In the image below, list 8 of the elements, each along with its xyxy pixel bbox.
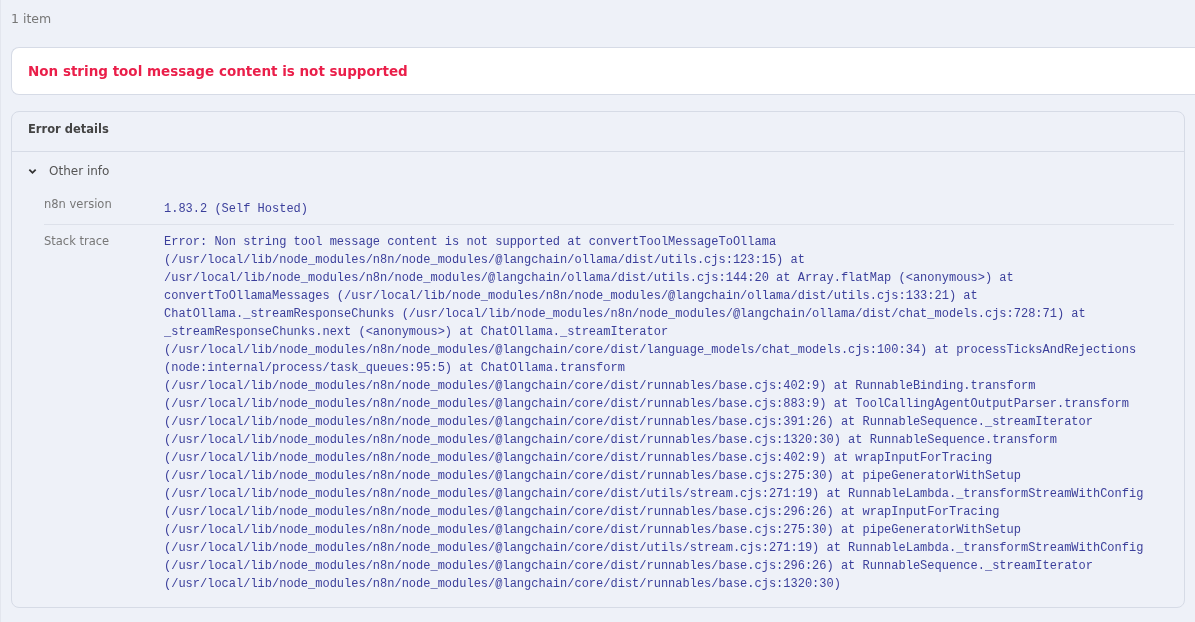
- section-toggle[interactable]: Other info: [12, 152, 126, 189]
- item-count: 1 item: [11, 10, 53, 28]
- version-value: 1.83.2 (Self Hosted): [164, 201, 310, 219]
- error-message: Non string tool message content is not supported: [11, 46, 1195, 95]
- stack-trace-text: Error: Non string tool message content is not supported at convertToolMessageToOllama (/usr/local/lib/node_modules/n8n/node_modules/@langchain/ollama/dist/utils.cjs:123:15) at /usr/local/lib/node_modules/n8n/node_modules/@langchain/ollama/dist/utils.cjs:144:20 at Array.flatMap (<anonymous>) at convertToOllamaMessages (/usr/local/lib/node_modules/n8n/node_modules/@langchain/ollama/dist/utils.cjs:133:21) at ChatOllama._streamResponseChunks (/usr/local/lib/node_modules/n8n/node_modules/@langchain/ollama/dist/chat_models.cjs:728:71) at _streamResponseChunks.next (<anonymous>) at ChatOllama._streamIterator (/usr/local/lib/node_modules/n8n/node_modules/@langchain/core/dist/language_models/chat_models.cjs:100:34) at processTicksAndRejections (node:internal/process/task_queues:95:5) at ChatOllama.transform (/usr/local/lib/node_modules/n8n/node_modules/@langchain/core/dist/runnables/base.cjs:402:9) at RunnableBinding.transform (/usr/local/lib/node_modules/n8n/node_modules/@langchain/core/dist/runnables/base.cjs:883:9) at ToolCallingAgentOutputParser.transform (/usr/local/lib/node_modules/n8n/node_modules/@langchain/core/dist/runnables/base.cjs:391:26) at RunnableSequence._streamIterator (/usr/local/lib/node_modules/n8n/node_modules/@langchain/core/dist/runnables/base.cjs:1320:30) at RunnableSequence.transform (/usr/local/lib/node_modules/n8n/node_modules/@langchain/core/dist/runnables/base.cjs:402:9) at wrapInputForTracing (/usr/local/lib/node_modules/n8n/node_modules/@langchain/core/dist/runnables/base.cjs:275:30) at pipeGeneratorWithSetup (/usr/local/lib/node_modules/n8n/node_modules/@langchain/core/dist/utils/stream.cjs:271:19) at RunnableLambda._transformStreamWithConfig (/usr/local/lib/node_modules/n8n/node_modules/@langchain/core/dist/runnables/base.cjs:296:26) at wrapInputForTracing (/usr/local/lib/node_modules/n8n/node_modules/@langchain/core/dist/runnables/base.cjs:275:30) at pipeGeneratorWithSetup (/usr/local/lib/node_modules/n8n/node_modules/@langchain/core/dist/utils/stream.cjs:271:19) at RunnableLambda._transformStreamWithConfig (/usr/local/lib/node_modules/n8n/node_modules/@langchain/core/dist/runnables/base.cjs:296:26) at RunnableSequence._streamIterator (/usr/local/lib/node_modules/n8n/node_modules/@langchain/core/dist/runnables/base.cjs:1320:30): [164, 234, 1145, 594]
- panel-title: Error details: [12, 112, 1184, 153]
- row-label: n8n version: [44, 196, 113, 214]
- row-label: Stack trace: [44, 233, 111, 251]
